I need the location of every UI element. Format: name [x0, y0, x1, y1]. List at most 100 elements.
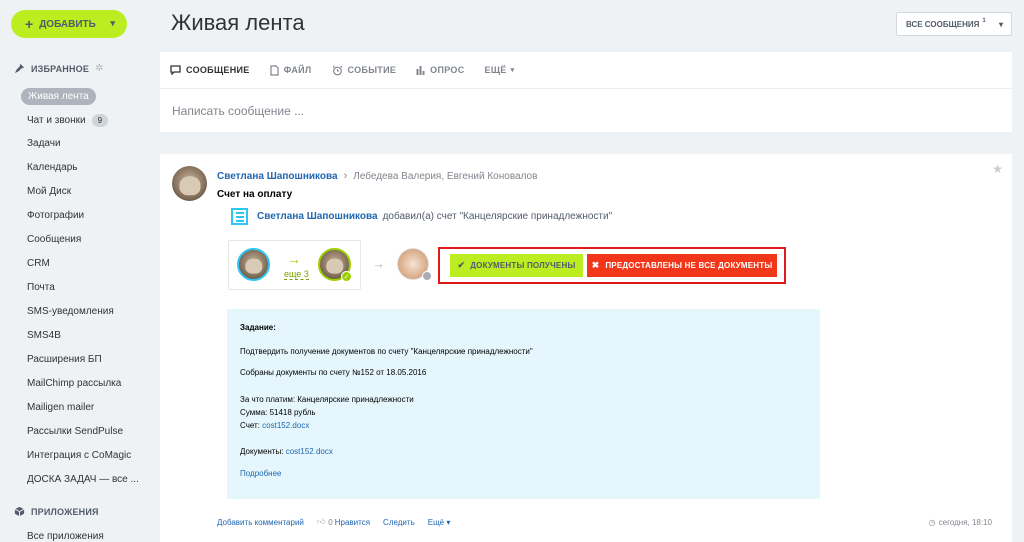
invoice-icon	[231, 208, 248, 225]
sidebar-item-label: Mailigen mailer	[27, 402, 95, 413]
post-header: Светлана Шапошникова › Лебедева Валерия,…	[217, 170, 537, 182]
sidebar-item-label: Рассылки SendPulse	[27, 426, 124, 437]
add-button[interactable]: + ДОБАВИТЬ ▾	[11, 10, 127, 38]
counter-badge: 9	[91, 114, 109, 127]
task-line: Сумма: 51418 рубль	[240, 408, 316, 417]
sidebar-item-tasks[interactable]: Задачи	[27, 138, 61, 149]
sidebar-item-mail[interactable]: Почта	[27, 282, 55, 293]
tab-label: СООБЩЕНИЕ	[186, 65, 250, 75]
arrow-right-icon: →	[372, 256, 385, 271]
message-icon	[170, 65, 181, 75]
avatar[interactable]	[172, 166, 207, 201]
like-button[interactable]: 👍︎ 0 Нравится	[317, 517, 370, 527]
sidebar-item-sms[interactable]: SMS-уведомления	[27, 306, 114, 317]
documents-label: Документы:	[240, 447, 284, 456]
gear-icon[interactable]: ✲	[95, 63, 104, 74]
clock-icon	[422, 271, 432, 281]
button-label: ПРЕДОСТАВЛЕНЫ НЕ ВСЕ ДОКУМЕНТЫ	[605, 261, 773, 270]
chevron-down-icon: ▾	[998, 20, 1003, 29]
chevron-down-icon: ▾	[110, 18, 115, 28]
sidebar-item-mailchimp[interactable]: MailChimp рассылка	[27, 378, 121, 389]
sidebar-item-label: SMS4B	[27, 330, 61, 341]
sidebar-item-mailigen[interactable]: Mailigen mailer	[27, 402, 94, 413]
sidebar-item-label: Календарь	[27, 162, 78, 173]
add-comment-link[interactable]: Добавить комментарий	[217, 518, 304, 527]
chevron-down-icon: ▾	[510, 67, 515, 74]
post-time: ◷ сегодня, 18:10	[929, 518, 992, 527]
sidebar-item-label: Чат и звонки	[27, 115, 86, 126]
sidebar-item-sendpulse[interactable]: Рассылки SendPulse	[27, 426, 123, 437]
like-label: Нравится	[334, 517, 371, 527]
chevron-down-icon: ▾	[446, 517, 451, 527]
sidebar-item-label: Фотографии	[27, 210, 85, 221]
follow-link[interactable]: Следить	[383, 518, 415, 527]
post-title: Счет на оплату	[217, 189, 293, 200]
tab-label: ФАЙЛ	[283, 65, 312, 75]
sidebar-item-label: Мой Диск	[27, 186, 72, 197]
recipients[interactable]: Лебедева Валерия, Евгений Коновалов	[353, 171, 537, 182]
avatar[interactable]	[237, 248, 270, 281]
author-link[interactable]: Светлана Шапошникова	[217, 171, 338, 182]
more-participants-link[interactable]: еще 3	[284, 269, 309, 280]
favorites-header[interactable]: ИЗБРАННОЕ ✲	[14, 63, 104, 74]
task-line: Счет: cost152.docx	[240, 421, 309, 430]
not-all-documents-button[interactable]: ✖ ПРЕДОСТАВЛЕНЫ НЕ ВСЕ ДОКУМЕНТЫ	[587, 254, 777, 277]
divider	[160, 88, 1012, 89]
author-link[interactable]: Светлана Шапошникова	[257, 211, 378, 222]
cube-icon	[14, 506, 25, 517]
message-input[interactable]: Написать сообщение ...	[172, 104, 304, 118]
alarm-clock-icon	[332, 65, 342, 75]
sidebar-item-bp-ext[interactable]: Расширения БП	[27, 354, 102, 365]
sidebar-item-label: ДОСКА ЗАДАЧ — все ...	[27, 474, 139, 485]
activity-line: Светлана Шапошникова добавил(а) счет "Ка…	[231, 208, 612, 225]
sidebar-item-crm[interactable]: CRM	[27, 258, 50, 269]
sidebar-item-all-apps[interactable]: Все приложения	[27, 531, 104, 542]
invoice-link[interactable]: cost152.docx	[262, 421, 309, 430]
arrow-right-icon: →	[287, 251, 301, 267]
more-label: Ещё	[427, 517, 445, 527]
sidebar-item-label: Все приложения	[27, 531, 104, 542]
sidebar-item-label: SMS-уведомления	[27, 306, 114, 317]
composer: СООБЩЕНИЕ ФАЙЛ СОБЫТИЕ ОПРОС ЕЩЁ ▾ Напис…	[160, 52, 1012, 132]
time-label: сегодня, 18:10	[938, 518, 992, 527]
check-icon: ✔	[457, 260, 466, 270]
sidebar-item-task-board[interactable]: ДОСКА ЗАДАЧ — все ...	[27, 474, 139, 485]
sidebar-item-chat[interactable]: Чат и звонки 9	[27, 114, 109, 127]
sidebar: + ДОБАВИТЬ ▾ ИЗБРАННОЕ ✲ Живая лента Чат…	[0, 0, 148, 542]
task-line: Подробнее	[240, 469, 282, 478]
sidebar-item-sms4b[interactable]: SMS4B	[27, 330, 61, 341]
post-footer: Добавить комментарий 👍︎ 0 Нравится Следи…	[217, 517, 463, 527]
sidebar-item-comagic[interactable]: Интеграция с CoMagic	[27, 450, 131, 461]
tab-poll[interactable]: ОПРОС	[416, 65, 464, 75]
task-label: Задание:	[240, 323, 276, 332]
sidebar-item-label: Почта	[27, 282, 55, 293]
sidebar-item-calendar[interactable]: Календарь	[27, 162, 77, 173]
documents-received-button[interactable]: ✔ ДОКУМЕНТЫ ПОЛУЧЕНЫ	[450, 254, 583, 277]
sidebar-item-messages[interactable]: Сообщения	[27, 234, 81, 245]
activity-text: добавил(а) счет "Канцелярские принадлежн…	[382, 211, 613, 222]
star-icon[interactable]: ★	[992, 162, 1003, 176]
tab-event[interactable]: СОБЫТИЕ	[332, 65, 397, 76]
workflow-participants: → еще 3 ✓	[228, 240, 361, 290]
apps-header[interactable]: ПРИЛОЖЕНИЯ	[14, 506, 99, 517]
more-menu[interactable]: Ещё ▾	[428, 518, 451, 527]
plus-icon: +	[25, 16, 34, 32]
thumbs-up-icon: 👍︎	[316, 517, 326, 526]
sidebar-item-label: Расширения БП	[27, 354, 102, 365]
tab-file[interactable]: ФАЙЛ	[269, 64, 312, 76]
sidebar-item-live-feed[interactable]: Живая лента	[21, 88, 96, 105]
tab-more[interactable]: ЕЩЁ ▾	[485, 65, 515, 75]
documents-link[interactable]: cost152.docx	[286, 447, 333, 456]
sidebar-item-disk[interactable]: Мой Диск	[27, 186, 71, 197]
invoice-label: Счет:	[240, 421, 260, 430]
sidebar-item-photos[interactable]: Фотографии	[27, 210, 84, 221]
composer-tabs: СООБЩЕНИЕ ФАЙЛ СОБЫТИЕ ОПРОС ЕЩЁ ▾	[170, 62, 534, 78]
bar-chart-icon	[416, 66, 425, 75]
like-count: 0	[328, 517, 333, 527]
details-link[interactable]: Подробнее	[240, 469, 282, 478]
tab-message[interactable]: СООБЩЕНИЕ	[170, 65, 250, 75]
task-line: Подтвердить получение документов по счет…	[240, 347, 533, 356]
button-label: ДОКУМЕНТЫ ПОЛУЧЕНЫ	[470, 261, 576, 270]
filter-dropdown[interactable]: ВСЕ СООБЩЕНИЯ 1 ▾	[896, 12, 1012, 36]
task-panel: Задание: Подтвердить получение документо…	[227, 309, 820, 499]
